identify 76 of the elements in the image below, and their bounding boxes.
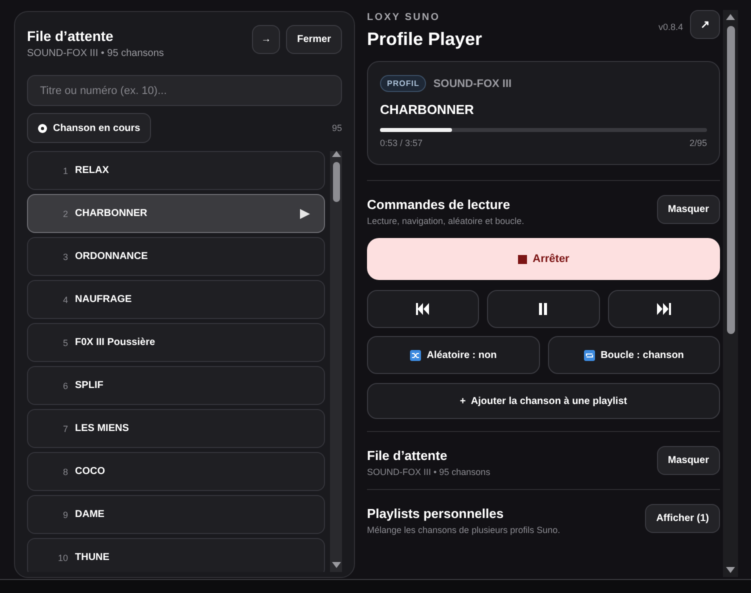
next-button[interactable] [608, 290, 720, 328]
current-song-button[interactable]: Chanson en cours [27, 113, 152, 143]
song-number: 7 [62, 424, 68, 434]
shuffle-icon [410, 350, 421, 360]
time-label: 0:53 / 3:57 [380, 138, 423, 148]
section-subtitle: Lecture, navigation, aléatoire et boucle. [367, 216, 524, 226]
arrow-button[interactable]: → [252, 25, 280, 54]
song-number: 9 [62, 510, 68, 520]
song-title: ORDONNANCE [75, 251, 149, 262]
song-row[interactable]: 1 RELAX [27, 151, 325, 190]
song-row[interactable]: 8 COCO [27, 452, 325, 491]
song-number: 1 [62, 166, 68, 176]
toggle-section-button[interactable]: Masquer [656, 446, 720, 475]
toggle-section-button[interactable]: Afficher (1) [645, 504, 720, 533]
add-to-playlist-button[interactable]: + Ajouter la chanson à une playlist [367, 383, 720, 419]
brand-label: LOXY SUNO [367, 12, 442, 23]
popout-button[interactable]: ↗ [690, 10, 720, 39]
song-title: NAUFRAGE [75, 294, 133, 305]
close-button[interactable]: Fermer [286, 25, 342, 54]
song-number: 6 [62, 380, 68, 390]
shuffle-button[interactable]: Aléatoire : non [367, 336, 540, 374]
repeat-button[interactable]: Boucle : chanson [548, 336, 720, 374]
up-arrow-icon [332, 151, 340, 157]
song-row[interactable]: 7 LES MIENS [27, 409, 325, 448]
song-row[interactable]: 2 CHARBONNER [27, 194, 325, 233]
song-title: LES MIENS [75, 423, 130, 434]
song-number: 5 [62, 338, 68, 348]
toggle-section-button[interactable]: Masquer [656, 195, 720, 224]
song-title: COCO [75, 466, 106, 477]
stop-icon [518, 254, 527, 264]
repeat-icon [584, 350, 595, 360]
down-arrow-icon [332, 562, 340, 568]
song-number: 10 [56, 552, 68, 562]
song-title: CHARBONNER [380, 102, 475, 117]
position-label: 2/95 [689, 138, 707, 148]
song-row[interactable]: 4 NAUFRAGE [27, 280, 325, 319]
panel-title: File d’attente [27, 28, 114, 44]
song-title: THUNE [75, 552, 110, 563]
song-title: RELAX [75, 165, 110, 176]
profile-badge: PROFIL [380, 75, 426, 92]
section-title: Commandes de lecture [367, 197, 512, 212]
play-icon [300, 208, 310, 218]
song-count: 95 [332, 123, 342, 133]
section-subtitle: Mélange les chansons de plusieurs profils Suno. [367, 525, 560, 535]
target-icon [38, 124, 47, 132]
song-row[interactable]: 6 SPLIF [27, 366, 325, 405]
section-subtitle: SOUND-FOX III • 95 chansons [367, 467, 490, 477]
section-title: File d’attente [367, 448, 448, 463]
song-row[interactable]: 10 THUNE [27, 538, 325, 572]
song-number: 2 [62, 208, 68, 218]
scrollbar-thumb[interactable] [726, 26, 734, 334]
song-row[interactable]: 3 ORDONNANCE [27, 237, 325, 276]
song-number: 4 [62, 294, 68, 304]
profile-name: SOUND-FOX III [433, 78, 512, 90]
scrollbar[interactable] [330, 151, 342, 572]
song-title: DAME [75, 509, 106, 520]
previous-icon [416, 303, 430, 315]
song-title: SPLIF [75, 380, 104, 391]
version-label: v0.8.4 [658, 22, 683, 32]
scrollbar[interactable] [723, 10, 738, 577]
up-arrow-icon [726, 14, 735, 20]
previous-button[interactable] [367, 290, 480, 328]
section-title: Playlists personnelles [367, 506, 505, 521]
song-title: CHARBONNER [75, 208, 148, 219]
stop-button[interactable]: Arrêter [367, 238, 720, 280]
song-title: F0X III Poussière [75, 337, 156, 348]
panel-subtitle: SOUND-FOX III • 95 chansons [27, 48, 164, 59]
scrollbar-thumb[interactable] [332, 162, 340, 202]
app-title: Profile Player [367, 29, 482, 50]
next-icon [656, 303, 671, 315]
song-number: 8 [62, 466, 68, 476]
song-number: 3 [62, 252, 68, 262]
down-arrow-icon [726, 567, 735, 573]
song-row[interactable]: 9 DAME [27, 495, 325, 534]
song-row[interactable]: 5 F0X III Poussière [27, 323, 325, 362]
search-field[interactable]: Titre ou numéro (ex. 10)... [27, 75, 342, 106]
